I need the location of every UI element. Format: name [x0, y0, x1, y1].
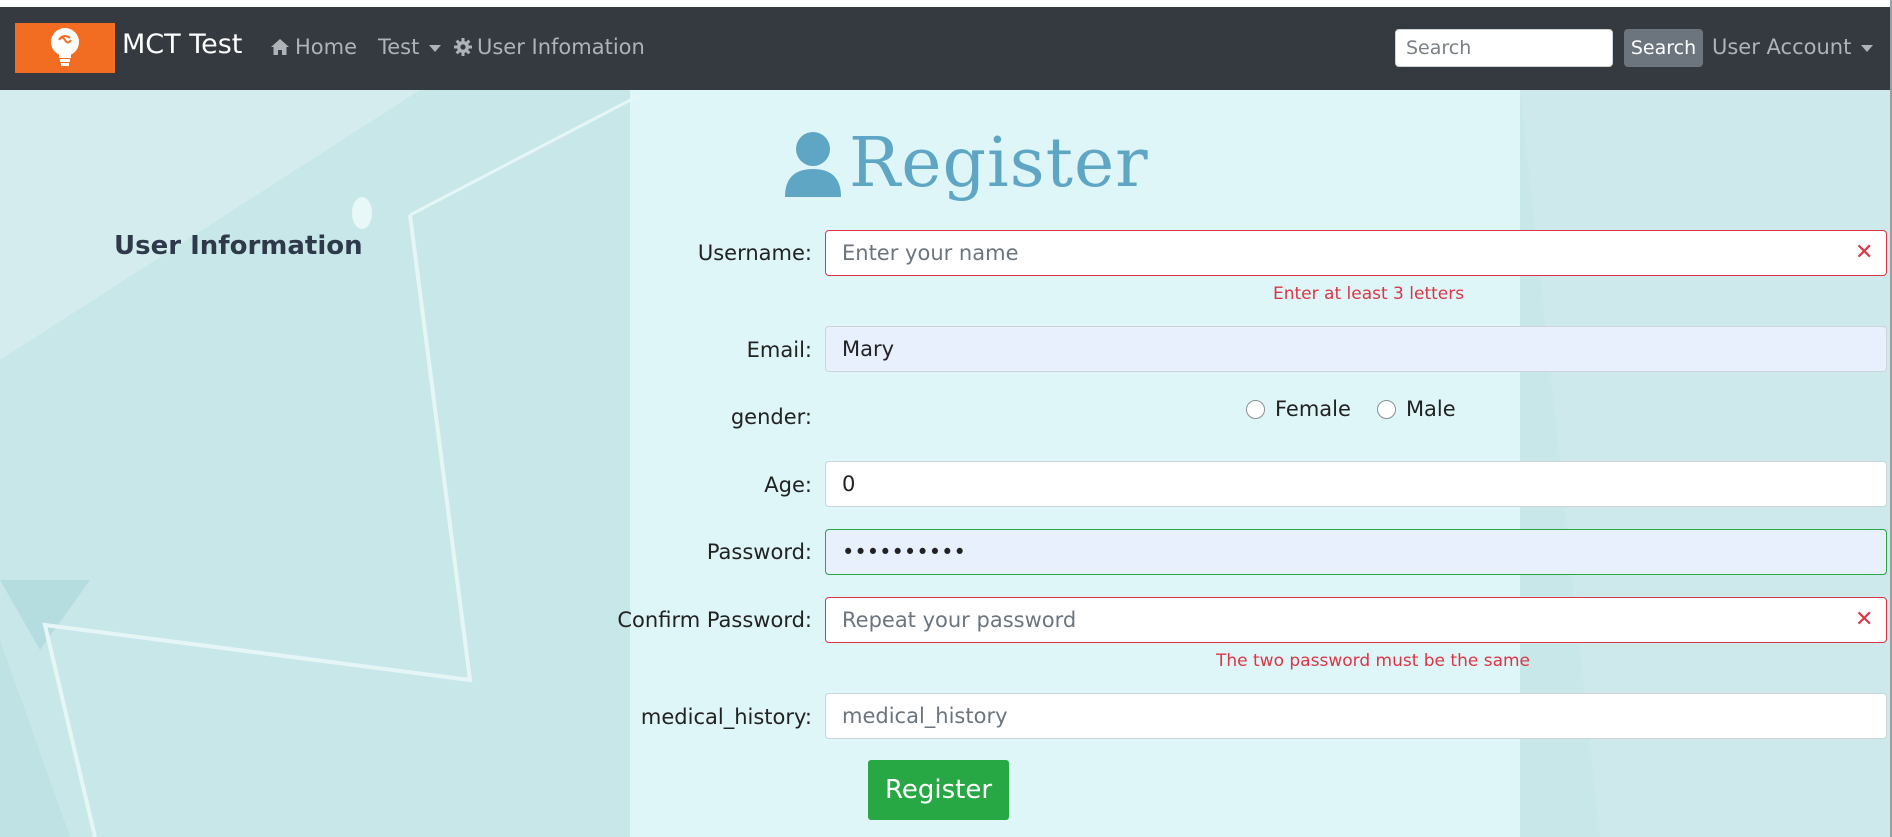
- email-input[interactable]: [825, 326, 1887, 372]
- username-input[interactable]: [825, 230, 1887, 276]
- gender-option-male[interactable]: Male: [1376, 397, 1456, 421]
- medical-history-input[interactable]: [825, 693, 1887, 739]
- medical-history-label: medical_history:: [640, 705, 812, 729]
- gender-label: gender:: [730, 405, 812, 429]
- register-header: Register: [783, 130, 1149, 198]
- gender-option-female-label: Female: [1275, 397, 1351, 421]
- password-label: Password:: [706, 540, 812, 564]
- gender-option-female[interactable]: Female: [1246, 397, 1351, 421]
- confirm-password-error-icon: ✕: [1855, 607, 1874, 632]
- confirm-password-error: The two password must be the same: [1216, 651, 1531, 671]
- gender-radio-group: Female Male: [1246, 397, 1456, 421]
- confirm-password-label: Confirm Password:: [617, 608, 812, 632]
- radio-male[interactable]: [1376, 399, 1396, 419]
- sidebar-title: User Information: [114, 231, 363, 261]
- main-content: User Information Register Username: ✕ En…: [0, 0, 1892, 837]
- username-label: Username:: [697, 241, 812, 265]
- register-title: Register: [849, 124, 1149, 203]
- username-error-icon: ✕: [1855, 240, 1874, 265]
- radio-female[interactable]: [1246, 399, 1265, 419]
- email-label: Email:: [746, 338, 812, 362]
- age-label: Age:: [764, 473, 812, 497]
- age-input[interactable]: [825, 461, 1887, 507]
- register-button[interactable]: Register: [868, 760, 1009, 820]
- user-icon: [785, 132, 841, 197]
- password-input[interactable]: [825, 529, 1887, 575]
- username-error: Enter at least 3 letters: [1273, 284, 1465, 304]
- gender-option-male-label: Male: [1405, 397, 1456, 421]
- confirm-password-input[interactable]: [825, 597, 1887, 643]
